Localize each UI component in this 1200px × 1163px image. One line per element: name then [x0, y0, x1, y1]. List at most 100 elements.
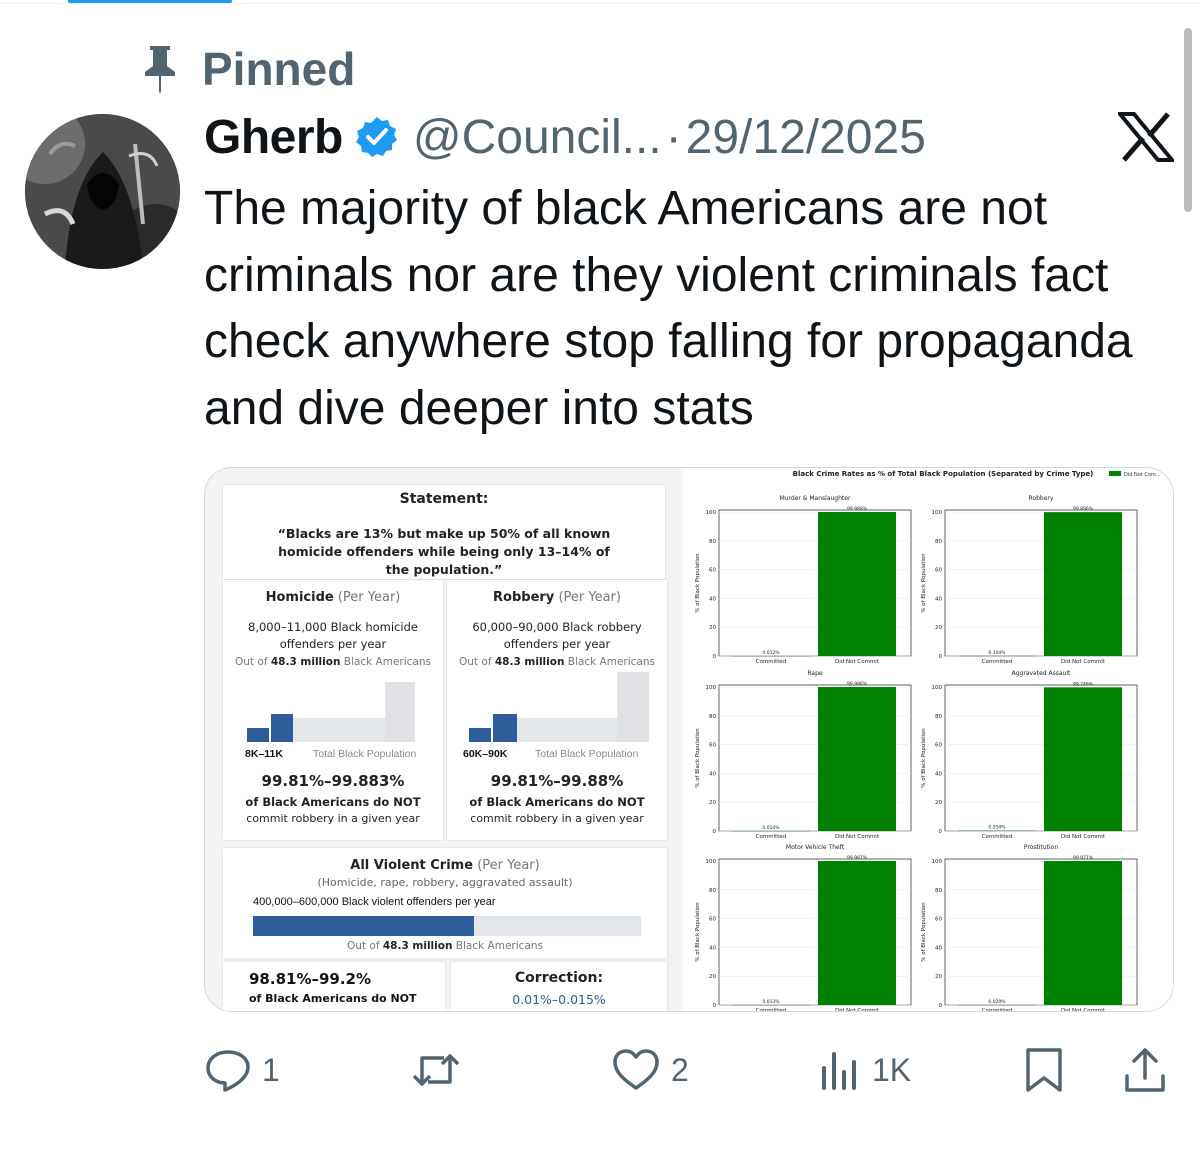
y-tick-label: 20 [709, 974, 716, 980]
post-date[interactable]: 29/12/2025 [686, 110, 926, 165]
y-tick-label: 100 [932, 859, 943, 865]
like-icon [613, 1049, 659, 1090]
robbery-pop-label: Total Black Population [535, 748, 639, 760]
x-tick-label: Committed [982, 834, 1013, 840]
bar-value-label: 99.986% [847, 681, 868, 687]
y-tick-label: 20 [935, 625, 942, 631]
tweet-header: Gherb @Council... · 29/12/2025 [204, 106, 926, 168]
bar-did-not-commit [1044, 687, 1122, 831]
display-name[interactable]: Gherb [204, 110, 343, 165]
y-axis-label: % of Black Population [695, 902, 701, 962]
y-tick-label: 0 [713, 654, 717, 660]
y-tick-label: 60 [709, 743, 716, 749]
y-tick-label: 100 [932, 510, 943, 516]
correction-box: Correction: 0.01%–0.015% [451, 962, 667, 1011]
homicide-outof-prefix: Out of [235, 656, 271, 668]
correction-title: Correction: [514, 970, 604, 986]
bookmark-icon [1026, 1048, 1062, 1092]
handle[interactable]: @Council... [413, 110, 662, 165]
y-axis-label: % of Black Population [921, 902, 927, 962]
reply-button[interactable]: 1 [204, 1040, 280, 1100]
robbery-outof-prefix: Out of [459, 656, 495, 668]
y-tick-label: 40 [709, 771, 716, 777]
y-tick-label: 100 [706, 510, 717, 516]
y-tick-label: 20 [709, 800, 716, 806]
retweet-icon [412, 1054, 460, 1086]
bar-did-not-commit [818, 861, 896, 1005]
violent-outof-bold: 48.3 million [382, 940, 453, 952]
avatar[interactable] [25, 114, 180, 269]
panel-title: Prostitution [1024, 844, 1059, 851]
legend-label: Did Not Com... [1124, 472, 1161, 478]
media-image[interactable]: Statement: “Blacks are 13% but make up 5… [204, 467, 1174, 1012]
robbery-outof-bold: 48.3 million [494, 656, 565, 668]
y-tick-label: 40 [935, 945, 942, 951]
homicide-bar-low [247, 728, 269, 742]
panel-title: Robbery [1029, 495, 1054, 502]
tweet-actions: 1 2 1K [0, 1040, 1200, 1100]
bookmark-button[interactable] [1024, 1040, 1064, 1100]
robbery-box: Robbery (Per Year) 60,000–90,000 Black r… [447, 580, 667, 840]
x-tick-label: Committed [756, 1008, 787, 1012]
y-tick-label: 80 [935, 888, 942, 894]
y-tick-label: 0 [939, 1003, 943, 1009]
homicide-period: (Per Year) [337, 590, 401, 605]
homicide-count-1: 8,000–11,000 Black homicide [248, 620, 418, 634]
panel-title: Murder & Manslaughter [780, 495, 851, 502]
homicide-outof-bold: 48.3 million [270, 656, 341, 668]
robbery-bar-label: 60K–90K [463, 748, 508, 760]
robbery-title: Robbery [493, 590, 555, 605]
x-tick-label: Did Not Commit [1061, 1008, 1106, 1012]
panel-title: Motor Vehicle Theft [786, 844, 845, 851]
x-tick-label: Committed [756, 834, 787, 840]
homicide-title: Homicide [265, 590, 334, 605]
y-tick-label: 80 [709, 714, 716, 720]
y-tick-label: 40 [935, 596, 942, 602]
crime-rate-chart: Black Crime Rates as % of Total Black Po… [683, 468, 1173, 1012]
x-tick-label: Committed [982, 659, 1013, 665]
homicide-pop-tall-bar [385, 682, 415, 742]
like-count: 2 [671, 1051, 689, 1088]
violent-outof-suffix: Black Americans [452, 940, 543, 952]
y-tick-label: 80 [709, 888, 716, 894]
x-logo-icon [1115, 112, 1177, 162]
homicide-pct-line1: of Black Americans do NOT [245, 795, 421, 809]
bar-did-not-commit [1044, 512, 1122, 656]
views-button[interactable]: 1K [820, 1040, 911, 1100]
y-tick-label: 20 [935, 800, 942, 806]
bar-value-label: 99.971% [1073, 855, 1094, 861]
y-tick-label: 60 [935, 917, 942, 923]
y-tick-label: 80 [935, 714, 942, 720]
views-icon [822, 1052, 856, 1090]
bar-value-label: 0.029% [988, 999, 1006, 1005]
homicide-count-2: offenders per year [279, 637, 387, 651]
share-button[interactable] [1122, 1040, 1168, 1100]
homicide-box: Homicide (Per Year) 8,000–11,000 Black h… [223, 580, 443, 840]
violent-pct-box: 98.81%–99.2% of Black Americans do NOT [223, 962, 445, 1011]
robbery-outof-suffix: Black Americans [564, 656, 655, 668]
tweet-text: The majority of black Americans are not … [204, 182, 1133, 435]
retweet-button[interactable] [410, 1040, 472, 1100]
robbery-pct-line1: of Black Americans do NOT [469, 795, 645, 809]
correction-value: 0.01%–0.015% [512, 992, 606, 1007]
violent-bar-track [253, 916, 641, 936]
verified-badge-icon [355, 115, 399, 159]
robbery-pct: 99.81%–99.88% [490, 772, 624, 790]
panel-title: Aggravated Assault [1012, 670, 1071, 677]
x-tick-label: Committed [756, 659, 787, 665]
y-tick-label: 20 [709, 625, 716, 631]
y-axis-label: % of Black Population [695, 553, 701, 613]
bar-value-label: 99.746% [1073, 681, 1094, 687]
y-tick-label: 0 [939, 654, 943, 660]
scrollbar[interactable] [1184, 28, 1192, 212]
homicide-pct: 99.81%–99.883% [261, 772, 405, 790]
y-tick-label: 80 [935, 539, 942, 545]
statement-quote: “Blacks are 13% but make up 50% of all k… [277, 526, 611, 577]
homicide-pop-label: Total Black Population [313, 748, 417, 760]
like-button[interactable]: 2 [611, 1040, 689, 1100]
bar-value-label: 99.987% [847, 855, 868, 861]
robbery-pop-bar [517, 718, 627, 742]
violent-count: 400,000–600,000 Black violent offenders … [253, 896, 496, 908]
y-axis-label: % of Black Population [921, 553, 927, 613]
y-axis-label: % of Black Population [695, 728, 701, 788]
